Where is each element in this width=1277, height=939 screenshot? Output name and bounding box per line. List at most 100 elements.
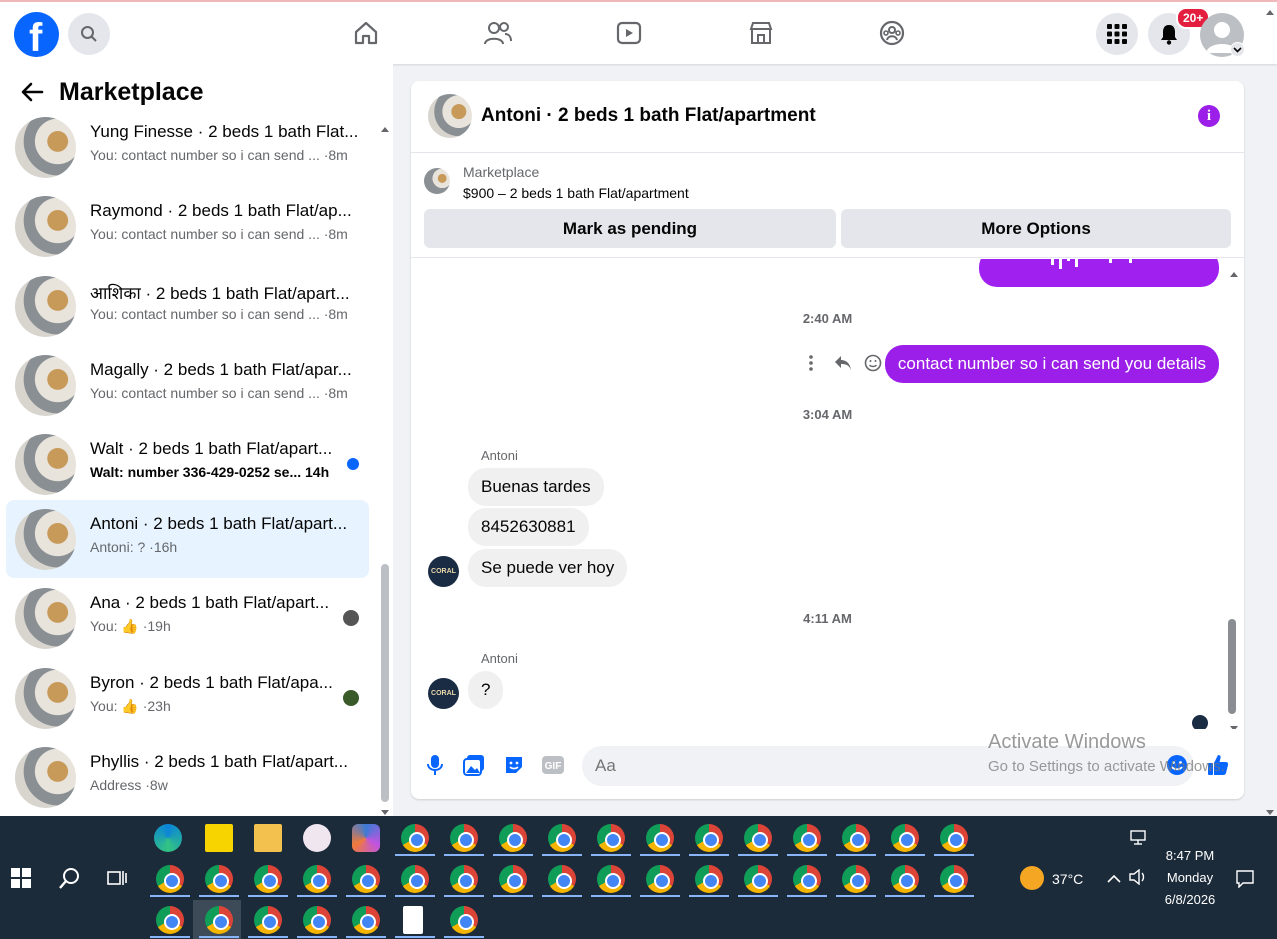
chrome-profile-icon[interactable] [842,865,870,893]
chrome-profile-icon[interactable] [352,906,380,934]
facebook-logo[interactable]: f [14,12,59,60]
sender-avatar[interactable]: CORAL [428,556,459,587]
received-message-bubble[interactable]: Se puede ver hoy [468,549,628,587]
chrome-profile-icon[interactable] [695,824,723,852]
paint-icon[interactable] [303,824,331,852]
chrome-profile-icon[interactable] [450,865,478,893]
audio-message-bubble[interactable] [979,259,1219,287]
chrome-profile-icon[interactable] [646,865,674,893]
more-options-button[interactable]: More Options [841,209,1231,248]
conversation-item[interactable]: Yung Finesse · 2 beds 1 bath Flat... You… [6,108,369,186]
conversation-item[interactable]: आशिका · 2 beds 1 bath Flat/apart... You:… [6,267,369,345]
file-explorer-icon[interactable] [254,824,282,852]
gif-icon[interactable]: GIF [541,753,565,777]
chrome-profile-icon[interactable] [842,824,870,852]
photo-icon[interactable] [462,753,486,777]
video-icon[interactable] [614,18,644,48]
chat-scroll-up-arrow[interactable] [1229,265,1239,283]
reply-icon[interactable] [834,355,852,376]
network-icon[interactable] [1130,830,1148,851]
chevron-up-icon[interactable] [1107,871,1121,889]
chrome-profile-icon[interactable] [597,865,625,893]
conversation-item[interactable]: Byron · 2 beds 1 bath Flat/apa... You: 👍… [6,659,369,737]
document-icon[interactable] [403,906,423,934]
chrome-profile-icon[interactable] [303,865,331,893]
sent-message-bubble[interactable]: contact number so i can send you details [884,345,1219,383]
conversation-item[interactable]: Raymond · 2 beds 1 bath Flat/ap... You: … [6,187,369,265]
sticker-icon[interactable] [502,753,526,777]
chrome-profile-icon[interactable] [793,865,821,893]
chrome-profile-icon[interactable] [548,865,576,893]
clock-day[interactable]: Monday [1160,870,1220,885]
windows-start-icon[interactable] [11,868,31,893]
mark-as-pending-button[interactable]: Mark as pending [424,209,836,248]
back-button[interactable] [20,82,44,107]
marketplace-icon[interactable] [746,18,776,48]
chrome-profile-icon[interactable] [891,865,919,893]
copilot-icon[interactable] [352,824,380,852]
chat-scroll-down-arrow[interactable] [1229,720,1239,729]
received-message-bubble[interactable]: 8452630881 [468,508,589,546]
friends-icon[interactable] [483,18,513,48]
chrome-profile-icon[interactable] [401,865,429,893]
task-view-icon[interactable] [107,868,127,893]
chrome-profile-icon[interactable] [352,865,380,893]
menu-button[interactable] [1096,13,1138,55]
chrome-profile-icon[interactable] [499,865,527,893]
chrome-profile-icon[interactable] [940,865,968,893]
chrome-profile-icon[interactable] [891,824,919,852]
chrome-profile-icon[interactable] [744,865,772,893]
chrome-profile-icon[interactable] [548,824,576,852]
react-emoji-icon[interactable] [864,354,882,377]
conversation-item[interactable]: Magally · 2 beds 1 bath Flat/apar... You… [6,346,369,424]
listing-thumbnail[interactable] [424,168,450,194]
volume-icon[interactable] [1129,868,1147,890]
groups-icon[interactable] [877,18,907,48]
home-icon[interactable] [351,18,381,48]
chrome-profile-icon[interactable] [695,865,723,893]
chrome-profile-icon[interactable] [499,824,527,852]
microphone-icon[interactable] [423,753,447,777]
sender-avatar[interactable]: CORAL [428,678,459,709]
page-scroll-up-arrow[interactable] [1265,3,1275,21]
chrome-profile-icon[interactable] [303,906,331,934]
more-actions-icon[interactable] [808,355,814,376]
clock-date[interactable]: 6/8/2026 [1160,892,1220,907]
search-button[interactable] [68,13,110,55]
sidebar-scrollbar-thumb[interactable] [381,564,389,802]
chrome-profile-icon[interactable] [597,824,625,852]
conversation-item[interactable]: Ana · 2 beds 1 bath Flat/apart... You: 👍… [6,579,369,657]
chrome-profile-icon[interactable] [156,865,184,893]
chrome-profile-icon[interactable] [646,824,674,852]
received-message-bubble[interactable]: ? [468,671,504,709]
chrome-profile-icon[interactable] [744,824,772,852]
listing-avatar[interactable] [428,94,472,138]
edge-icon[interactable] [154,824,182,852]
chrome-profile-icon[interactable] [205,865,233,893]
conversation-item[interactable]: Phyllis · 2 beds 1 bath Flat/apart... Ad… [6,738,369,816]
account-chevron[interactable] [1230,42,1245,57]
chrome-icon[interactable] [401,824,429,852]
info-icon[interactable]: i [1198,105,1220,127]
scroll-up-arrow[interactable] [380,120,390,138]
search-icon[interactable] [58,866,82,895]
chrome-profile-icon[interactable] [940,824,968,852]
chrome-profile-icon[interactable] [793,824,821,852]
listing-price[interactable]: $900 – 2 beds 1 bath Flat/apartment [463,185,689,201]
conversation-item[interactable]: Walt · 2 beds 1 bath Flat/apart... Walt:… [6,425,369,503]
chrome-profile-icon[interactable] [156,906,184,934]
conversation-item-active[interactable]: Antoni · 2 beds 1 bath Flat/apart... Ant… [6,500,369,578]
chrome-profile-icon[interactable] [450,906,478,934]
weather-temperature[interactable]: 37°C [1052,871,1083,887]
weather-icon[interactable] [1020,866,1044,890]
chrome-profile-icon[interactable] [254,906,282,934]
notification-center-icon[interactable] [1236,870,1254,893]
chat-title[interactable]: Antoni · 2 beds 1 bath Flat/apartment [481,105,816,127]
chrome-profile-icon[interactable] [450,824,478,852]
chat-scrollbar-thumb[interactable] [1228,619,1236,714]
chrome-profile-icon[interactable] [254,865,282,893]
chrome-profile-icon[interactable] [205,906,233,934]
sticky-notes-icon[interactable] [205,824,233,852]
received-message-bubble[interactable]: Buenas tardes [468,468,604,506]
clock-time[interactable]: 8:47 PM [1160,848,1220,863]
